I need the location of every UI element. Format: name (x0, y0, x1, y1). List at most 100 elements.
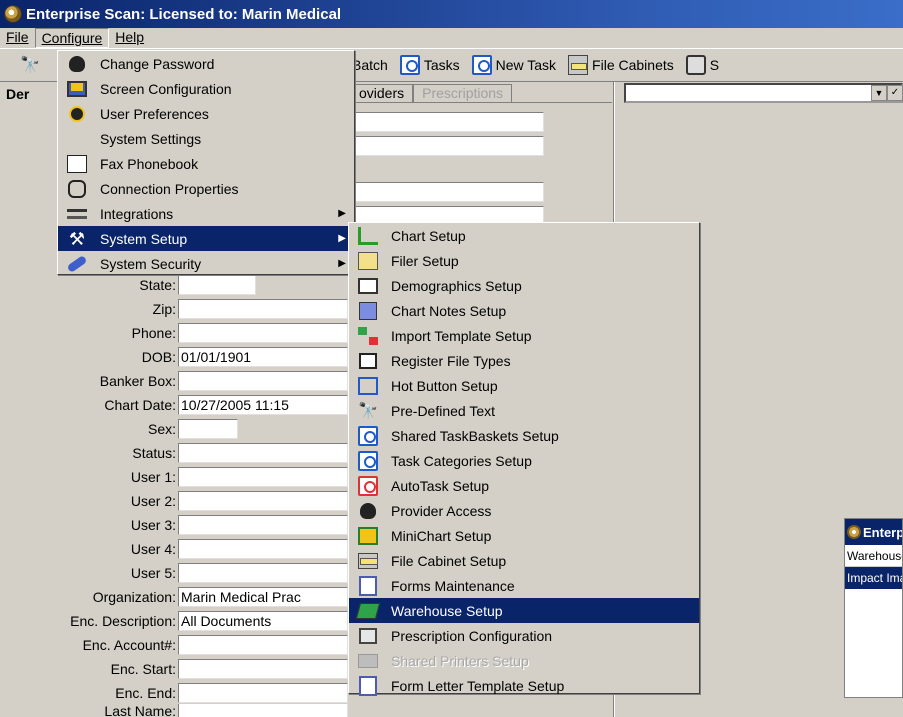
menu-item-shared-printers-setup: Shared Printers Setup (349, 648, 699, 673)
list-item[interactable]: Warehouse (845, 545, 902, 567)
right-panel-dropdown[interactable]: ▼ ✓ (624, 83, 903, 103)
menu-item-chart-setup[interactable]: Chart Setup (349, 223, 699, 248)
chart-date-label: Chart Date: (104, 397, 176, 413)
security-button[interactable]: S (685, 55, 719, 75)
sex-input[interactable] (178, 419, 238, 439)
phone-input[interactable] (178, 323, 348, 343)
tab-providers[interactable]: oviders (350, 84, 414, 102)
last-name-input[interactable] (178, 704, 348, 717)
user2-input[interactable] (178, 491, 348, 511)
menu-item-provider-access[interactable]: Provider Access (349, 498, 699, 523)
menu-item-minichart-setup[interactable]: MiniChart Setup (349, 523, 699, 548)
menu-item-demographics-setup[interactable]: Demographics Setup (349, 273, 699, 298)
import-template-icon (357, 326, 379, 346)
dob-label: DOB: (141, 349, 176, 365)
enc-account-input[interactable] (178, 635, 348, 655)
submenu-arrow-icon: ▶ (338, 233, 346, 244)
menu-item-file-cabinet-setup[interactable]: File Cabinet Setup (349, 548, 699, 573)
file-cabinets-button[interactable]: File Cabinets (568, 55, 674, 75)
enc-account-label: Enc. Account#: (82, 637, 176, 653)
chart-date-input[interactable]: 10/27/2005 11:15 (178, 395, 348, 415)
banker-box-row: Banker Box: (0, 370, 348, 392)
new-task-button[interactable]: New Task (471, 55, 556, 75)
enc-description-row: Enc. Description: All Documents (0, 610, 348, 632)
user3-label: User 3: (130, 517, 176, 533)
enc-start-input[interactable] (178, 659, 348, 679)
app-icon (847, 525, 861, 539)
user1-input[interactable] (178, 467, 348, 487)
menu-item-integrations[interactable]: Integrations ▶ (58, 201, 354, 226)
upper-field-2[interactable] (352, 136, 544, 156)
autotask-icon (357, 475, 379, 496)
enc-description-input[interactable]: All Documents (178, 611, 348, 631)
menu-item-filer-setup[interactable]: Filer Setup (349, 248, 699, 273)
menu-item-user-preferences[interactable]: User Preferences (58, 101, 354, 126)
menu-item-system-settings[interactable]: System Settings (58, 126, 354, 151)
zip-row: Zip: (0, 298, 348, 320)
status-row: Status: (0, 442, 348, 464)
upper-field-3[interactable] (352, 182, 544, 202)
dob-input[interactable]: 01/01/1901 (178, 347, 348, 367)
upper-field-1[interactable] (352, 112, 544, 132)
menu-item-pre-defined-text[interactable]: 🔭 Pre-Defined Text (349, 398, 699, 423)
banker-box-input[interactable] (178, 371, 348, 391)
menu-item-change-password[interactable]: Change Password (58, 51, 354, 76)
menu-item-hot-button-setup[interactable]: Hot Button Setup (349, 373, 699, 398)
phone-row: Phone: (0, 322, 348, 344)
menu-item-connection-properties[interactable]: Connection Properties (58, 176, 354, 201)
menu-item-import-template-setup[interactable]: Import Template Setup (349, 323, 699, 348)
task-icon (357, 450, 379, 471)
organization-input[interactable]: Marin Medical Prac (178, 587, 348, 607)
state-input[interactable] (178, 275, 256, 295)
menu-item-prescription-configuration[interactable]: Prescription Configuration (349, 623, 699, 648)
enc-description-label: Enc. Description: (70, 613, 176, 629)
tasks-icon (399, 55, 420, 75)
banker-box-label: Banker Box: (99, 373, 176, 389)
menu-help[interactable]: Help (109, 28, 150, 48)
menu-bar: File Configure Help (0, 28, 903, 48)
menu-item-forms-maintenance[interactable]: Forms Maintenance (349, 573, 699, 598)
screen-config-icon (66, 79, 88, 99)
menu-file[interactable]: File (0, 28, 35, 48)
prescription-icon (357, 626, 379, 646)
menu-item-warehouse-setup[interactable]: Warehouse Setup (349, 598, 699, 623)
batch-button[interactable]: Batch (352, 57, 388, 73)
menu-item-screen-configuration[interactable]: Screen Configuration (58, 76, 354, 101)
lock-icon (685, 55, 706, 75)
search-binoculars-icon[interactable]: 🔭 (20, 55, 40, 75)
menu-item-task-categories-setup[interactable]: Task Categories Setup (349, 448, 699, 473)
menu-item-shared-taskbaskets-setup[interactable]: Shared TaskBaskets Setup (349, 423, 699, 448)
window-title: Enterprise Scan: Licensed to: Marin Medi… (26, 5, 342, 23)
menu-item-chart-notes-setup[interactable]: Chart Notes Setup (349, 298, 699, 323)
configure-menu: Change Password Screen Configuration Use… (57, 50, 355, 275)
organization-label: Organization: (92, 589, 176, 605)
user3-input[interactable] (178, 515, 348, 535)
user4-input[interactable] (178, 539, 348, 559)
user2-label: User 2: (130, 493, 176, 509)
enc-end-input[interactable] (178, 683, 348, 703)
integrations-icon (66, 204, 88, 224)
user5-input[interactable] (178, 563, 348, 583)
minichart-icon (357, 526, 379, 546)
title-bar: Enterprise Scan: Licensed to: Marin Medi… (0, 0, 903, 28)
chevron-down-icon[interactable]: ▼ (871, 85, 887, 101)
menu-item-form-letter-template-setup[interactable]: Form Letter Template Setup (349, 673, 699, 698)
zip-input[interactable] (178, 299, 348, 319)
last-name-label: Last Name: (104, 704, 176, 717)
user1-label: User 1: (130, 469, 176, 485)
menu-item-autotask-setup[interactable]: AutoTask Setup (349, 473, 699, 498)
tasks-button[interactable]: Tasks (399, 55, 460, 75)
filer-setup-icon (357, 251, 379, 271)
list-item[interactable]: Impact Ima (845, 567, 902, 589)
dob-row: DOB: 01/01/1901 (0, 346, 348, 368)
last-name-row: Last Name: (0, 704, 348, 717)
menu-configure[interactable]: Configure (34, 28, 110, 48)
check-icon[interactable]: ✓ (887, 85, 903, 101)
status-input[interactable] (178, 443, 348, 463)
menu-item-register-file-types[interactable]: Register File Types (349, 348, 699, 373)
menu-item-system-security[interactable]: System Security ▶ (58, 251, 354, 276)
background-window[interactable]: Enterp Warehouse Impact Ima (844, 518, 903, 698)
menu-item-system-setup[interactable]: ⚒ System Setup ▶ (58, 226, 354, 251)
menu-item-fax-phonebook[interactable]: Fax Phonebook (58, 151, 354, 176)
tab-prescriptions[interactable]: Prescriptions (413, 84, 513, 102)
